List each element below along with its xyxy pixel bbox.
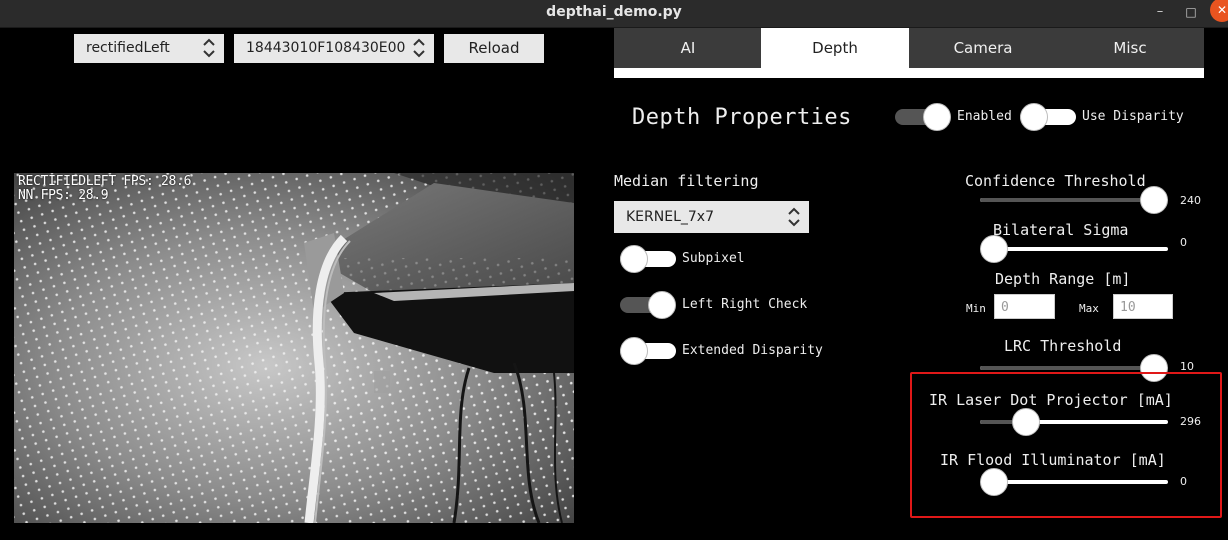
depth-range-max-input[interactable]: 10 bbox=[1113, 294, 1173, 319]
extended-disparity-toggle[interactable] bbox=[620, 337, 676, 365]
updown-chevron-icon bbox=[413, 38, 425, 58]
tab-panel-top bbox=[614, 68, 1204, 78]
tab-ai[interactable]: AI bbox=[614, 28, 762, 68]
fps-readout: RECTIFIEDLEFT FPS: 28.6 bbox=[18, 174, 192, 189]
preview-image bbox=[14, 173, 574, 523]
extended-disparity-label: Extended Disparity bbox=[682, 343, 823, 358]
device-select[interactable]: 18443010F108430E00 bbox=[234, 34, 434, 63]
updown-chevron-icon bbox=[203, 38, 215, 58]
minimize-icon[interactable]: – bbox=[1150, 2, 1170, 22]
tab-depth[interactable]: Depth bbox=[761, 28, 909, 68]
enabled-label: Enabled bbox=[957, 109, 1012, 124]
depth-range-max-label: Max bbox=[1079, 302, 1099, 315]
confidence-threshold-slider[interactable] bbox=[980, 185, 1168, 215]
left-right-check-label: Left Right Check bbox=[682, 297, 808, 312]
enabled-toggle[interactable] bbox=[895, 103, 951, 131]
preview-select[interactable]: rectifiedLeft bbox=[74, 34, 224, 63]
tab-bar: AI Depth Camera Misc bbox=[614, 28, 1204, 68]
confidence-threshold-value: 240 bbox=[1180, 194, 1201, 207]
updown-chevron-icon bbox=[788, 207, 800, 227]
bilateral-sigma-slider[interactable] bbox=[980, 234, 1168, 264]
tab-camera[interactable]: Camera bbox=[909, 28, 1057, 68]
median-filter-value: KERNEL_7x7 bbox=[626, 209, 714, 225]
highlight-box bbox=[910, 372, 1222, 518]
use-disparity-label: Use Disparity bbox=[1082, 109, 1184, 124]
depth-range-label: Depth Range [m] bbox=[995, 270, 1131, 288]
use-disparity-toggle[interactable] bbox=[1020, 103, 1076, 131]
depth-range-min-label: Min bbox=[966, 302, 986, 315]
bilateral-sigma-value: 0 bbox=[1180, 236, 1187, 249]
median-filter-select[interactable]: KERNEL_7x7 bbox=[614, 201, 809, 233]
camera-preview: RECTIFIEDLEFT FPS: 28.6 NN FPS: 28.9 bbox=[14, 173, 574, 523]
median-filtering-label: Median filtering bbox=[614, 172, 759, 190]
title-bar: depthai_demo.py – □ ✕ bbox=[0, 0, 1228, 28]
window-title: depthai_demo.py bbox=[546, 4, 682, 20]
subpixel-toggle[interactable] bbox=[620, 245, 676, 273]
depth-properties-title: Depth Properties bbox=[632, 105, 852, 130]
depth-range-min-input[interactable]: 0 bbox=[994, 294, 1055, 319]
left-right-check-toggle[interactable] bbox=[620, 291, 676, 319]
reload-button[interactable]: Reload bbox=[444, 34, 544, 63]
subpixel-label: Subpixel bbox=[682, 251, 745, 266]
tab-misc[interactable]: Misc bbox=[1056, 28, 1204, 68]
nn-fps-readout: NN FPS: 28.9 bbox=[18, 188, 109, 203]
maximize-icon[interactable]: □ bbox=[1181, 2, 1201, 22]
device-select-value: 18443010F108430E00 bbox=[246, 40, 406, 56]
preview-select-value: rectifiedLeft bbox=[86, 40, 170, 56]
